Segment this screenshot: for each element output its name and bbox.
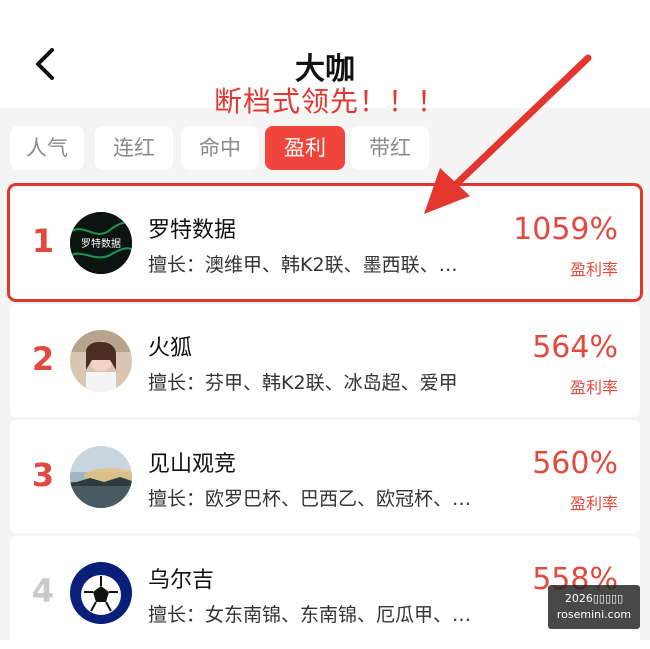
avatar-photo: [70, 330, 132, 392]
expert-name: 见山观竞: [148, 452, 237, 477]
list-item[interactable]: 4 乌尔吉 擅长：女东南锦、东南锦、厄瓜甲、… 558%: [10, 536, 640, 649]
avatar: [70, 562, 132, 624]
profit-percent: 1059%: [513, 212, 618, 247]
rank-number: 1: [31, 222, 55, 260]
expertise-text: 擅长：芬甲、韩K2联、冰岛超、爱甲: [148, 372, 458, 394]
expert-name: 罗特数据: [148, 218, 237, 243]
tab-popularity[interactable]: 人气: [10, 126, 84, 170]
list-item[interactable]: 1 罗特数据 罗特数据 擅长：澳维甲、韩K2联、墨西联、… 1059% 盈利率: [7, 183, 643, 302]
profit-label: 盈利率: [569, 378, 618, 397]
list-item[interactable]: 2 火狐 擅长：芬甲、韩K2联、冰岛超、爱甲 564% 盈利率: [10, 304, 640, 417]
svg-text:罗特数据: 罗特数据: [81, 237, 121, 250]
watermark: 2026▯▯▯▯▯ rosemini.com: [548, 585, 640, 629]
avatar: [70, 446, 132, 508]
profit-label: 盈利率: [569, 494, 618, 513]
avatar: [70, 330, 132, 392]
rank-number: 2: [31, 340, 55, 378]
tab-streak[interactable]: 连红: [95, 126, 173, 170]
annotation-text: 断档式领先！！！: [214, 85, 447, 118]
tab-profit[interactable]: 盈利: [265, 126, 345, 170]
soccer-ball-icon: [70, 562, 132, 624]
profit-label: 盈利率: [569, 260, 618, 279]
tab-lead-red[interactable]: 带红: [351, 126, 429, 170]
avatar: 罗特数据: [70, 212, 132, 274]
expertise-text: 擅长：澳维甲、韩K2联、墨西联、…: [148, 254, 458, 276]
expertise-text: 擅长：女东南锦、东南锦、厄瓜甲、…: [148, 604, 472, 626]
rank-number: 4: [31, 572, 55, 610]
profit-percent: 564%: [532, 330, 618, 365]
profit-percent: 560%: [532, 446, 618, 481]
expertise-text: 擅长：欧罗巴杯、巴西乙、欧冠杯、…: [148, 488, 472, 510]
list-item[interactable]: 3 见山观竞 擅长：欧罗巴杯、巴西乙、欧冠杯、… 560% 盈利率: [10, 420, 640, 533]
tab-hit-rate[interactable]: 命中: [181, 126, 259, 170]
avatar-landscape-photo: [70, 446, 132, 508]
expert-name: 乌尔吉: [148, 568, 215, 593]
expert-name: 火狐: [148, 336, 193, 361]
rank-number: 3: [31, 456, 55, 494]
avatar-logo-image: 罗特数据: [70, 212, 132, 274]
